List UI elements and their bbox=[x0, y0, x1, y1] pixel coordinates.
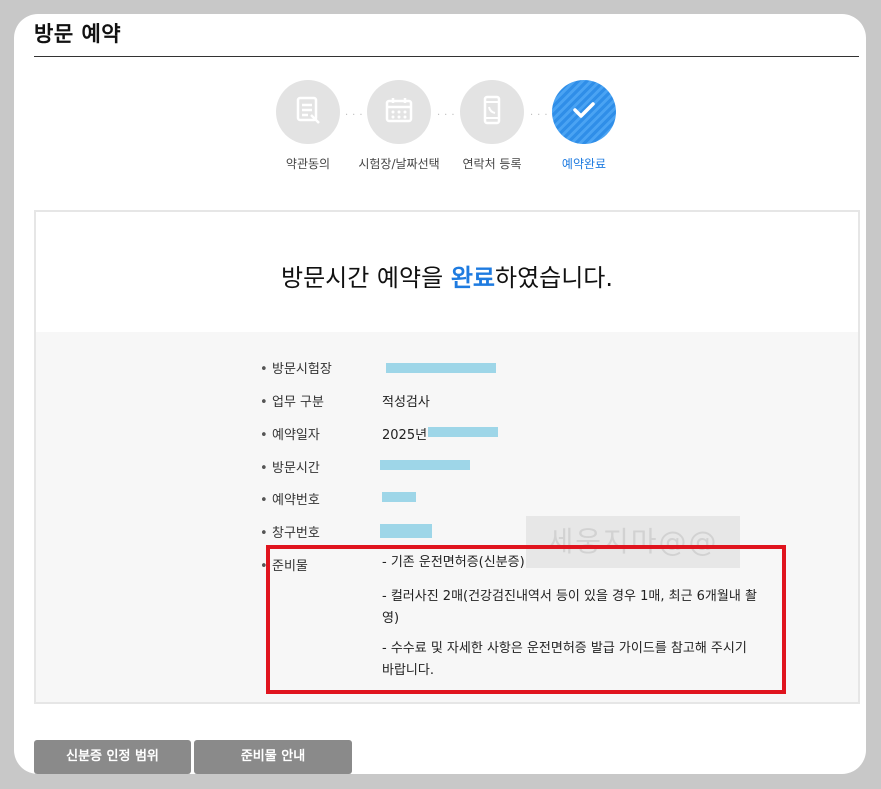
info-row-time: • 방문시간 bbox=[260, 457, 360, 476]
info-label: 업무 구분 bbox=[272, 395, 324, 410]
step-contact bbox=[460, 80, 524, 144]
step-connector: ··· bbox=[437, 110, 459, 121]
redacted-value bbox=[380, 460, 470, 470]
highlight-frame bbox=[266, 545, 786, 694]
page-title: 방문 예약 bbox=[34, 22, 122, 46]
redacted-value bbox=[428, 427, 498, 437]
info-row-visit-site: • 방문시험장 bbox=[260, 358, 360, 377]
step-site-date bbox=[367, 80, 431, 144]
date-value: 2025년 bbox=[382, 428, 428, 443]
redacted-value bbox=[382, 492, 416, 502]
id-scope-button[interactable]: 신분증 인정 범위 bbox=[34, 740, 191, 774]
step-terms bbox=[276, 80, 340, 144]
info-row-date: • 예약일자 bbox=[260, 424, 360, 443]
info-row-reservation-no: • 예약번호 bbox=[260, 489, 360, 508]
business-value: 적성검사 bbox=[382, 395, 430, 410]
calendar-icon bbox=[384, 95, 414, 129]
info-row-window-no: • 창구번호 bbox=[260, 522, 360, 541]
step-label-complete: 예약완료 bbox=[561, 157, 607, 171]
info-label: 방문시간 bbox=[272, 461, 320, 476]
headline-text: 방문시간 예약을 bbox=[280, 264, 451, 292]
redacted-value bbox=[386, 363, 496, 373]
completion-headline: 방문시간 예약을 완료하였습니다. bbox=[36, 258, 858, 293]
redacted-value bbox=[380, 524, 432, 538]
info-label: 창구번호 bbox=[272, 526, 320, 541]
document-icon bbox=[293, 95, 323, 129]
phone-icon bbox=[477, 95, 507, 129]
headline-highlight: 완료 bbox=[450, 264, 495, 292]
info-label: 방문시험장 bbox=[272, 362, 332, 377]
reservation-card: 방문 예약 ··· ··· ··· 약관동의 시험장/날짜선택 연락처 등록 예… bbox=[14, 14, 866, 774]
title-divider bbox=[34, 56, 859, 57]
step-complete bbox=[552, 80, 616, 144]
check-icon bbox=[569, 95, 599, 129]
info-label: 예약일자 bbox=[272, 428, 320, 443]
step-connector: ··· bbox=[530, 110, 552, 121]
info-label: 예약번호 bbox=[272, 493, 320, 508]
info-row-business: • 업무 구분 bbox=[260, 391, 360, 410]
headline-text-end: 하였습니다. bbox=[494, 264, 614, 292]
step-connector: ··· bbox=[345, 110, 367, 121]
prep-guide-button[interactable]: 준비물 안내 bbox=[194, 740, 352, 774]
